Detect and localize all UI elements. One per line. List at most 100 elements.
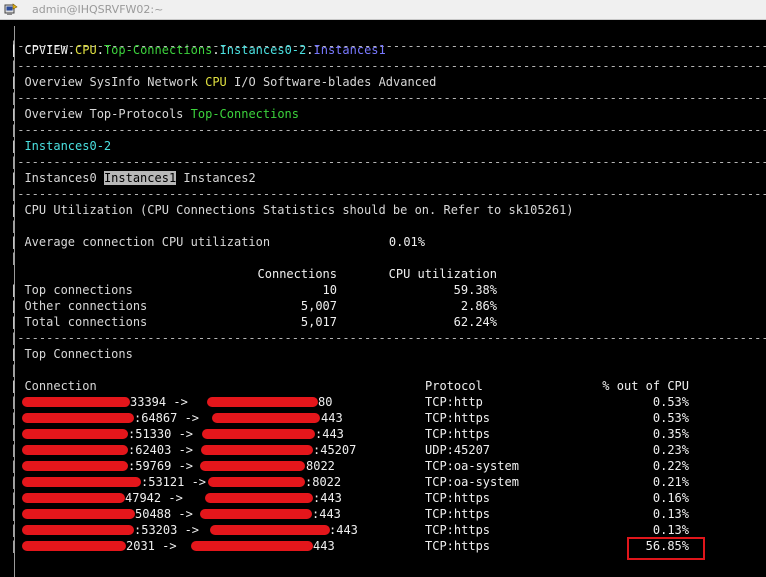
- tab-instances0[interactable]: Instances0: [24, 171, 96, 185]
- breadcrumb-instance: Instances1: [313, 43, 386, 57]
- tab-bar-pipe: |: [10, 139, 25, 153]
- divider: |---------------------------------------…: [10, 187, 766, 201]
- connection-source-port: 2031 ->: [126, 539, 184, 553]
- tab-cpu[interactable]: CPU: [205, 75, 227, 89]
- stats-row-label: | Top connections: [10, 283, 133, 297]
- redacted-source-ip: [22, 541, 126, 551]
- redacted-source-ip: [22, 493, 125, 503]
- redacted-source-ip: [22, 509, 135, 519]
- connection-destination-port: :443: [315, 427, 344, 441]
- putty-icon: [4, 3, 18, 15]
- connection-protocol: TCP:https: [425, 427, 491, 441]
- tab-instances2[interactable]: Instances2: [183, 171, 255, 185]
- redacted-destination-ip: [191, 541, 313, 551]
- connection-destination-port: :45207: [313, 443, 357, 457]
- stats-row-connections: 5,007: [300, 299, 337, 313]
- sub-tab-bar: | Overview Top-Protocols Top-Connections: [10, 106, 299, 122]
- redacted-destination-ip: [200, 461, 305, 471]
- tab-overview[interactable]: Overview: [24, 75, 82, 89]
- highlight-annotation-box: [627, 537, 705, 560]
- connection-destination-port: 80: [318, 395, 333, 409]
- row-pipe: |: [10, 427, 18, 441]
- breadcrumb-instances-group: Instances0-2: [219, 43, 307, 57]
- connection-cpu-share: 0.53%: [652, 395, 689, 409]
- tab-sysinfo[interactable]: SysInfo: [89, 75, 140, 89]
- pipe: |: [10, 251, 18, 265]
- tab-network[interactable]: Network: [147, 75, 198, 89]
- pipe: |: [10, 219, 18, 233]
- breadcrumb-top-connections: Top-Connections: [103, 43, 213, 57]
- connection-source-port: :53121 ->: [141, 475, 214, 489]
- divider: |---------------------------------------…: [10, 155, 766, 169]
- connection-cpu-share: 0.21%: [652, 475, 689, 489]
- stats-row-label: | Other connections: [10, 299, 148, 313]
- stats-row-cpu: 62.24%: [453, 315, 497, 329]
- connection-source-port: :59769 ->: [128, 459, 201, 473]
- tab-cpu-overview[interactable]: Overview: [24, 107, 82, 121]
- connection-protocol: TCP:https: [425, 411, 491, 425]
- connection-source-port: :64867 ->: [134, 411, 207, 425]
- row-pipe: |: [10, 459, 18, 473]
- tab-bar-pipe: |: [10, 75, 25, 89]
- col-header-cpu-share: % out of CPU: [602, 379, 689, 393]
- col-header-connections: Connections: [257, 267, 337, 281]
- tab-instances0-2[interactable]: Instances0-2: [24, 139, 111, 153]
- breadcrumb-cpu: CPU: [75, 43, 97, 57]
- connection-cpu-share: 0.13%: [652, 507, 689, 521]
- tab-software-blades[interactable]: Software-blades: [263, 75, 371, 89]
- terminal-screen[interactable]: |---------------------------------------…: [0, 20, 766, 577]
- breadcrumb: | CPVIEW.CPU.Top-Connections.Instances0-…: [10, 42, 386, 58]
- tab-io[interactable]: I/O: [234, 75, 256, 89]
- connection-destination-port: 443: [313, 539, 335, 553]
- col-header-protocol: Protocol: [425, 379, 483, 393]
- connection-source-port: :62403 ->: [128, 443, 201, 457]
- divider: |---------------------------------------…: [10, 331, 766, 345]
- avg-cpu-label: | Average connection CPU utilization: [10, 235, 271, 249]
- tab-top-protocols[interactable]: Top-Protocols: [89, 107, 183, 121]
- stats-row-connections: 5,017: [300, 315, 337, 329]
- row-pipe: |: [10, 539, 18, 553]
- row-pipe: |: [10, 507, 18, 521]
- divider: |---------------------------------------…: [10, 59, 766, 73]
- instance-group-bar: | Instances0-2: [10, 138, 111, 154]
- stats-row-cpu: 2.86%: [460, 299, 497, 313]
- redacted-destination-ip: [212, 413, 320, 423]
- redacted-source-ip: [22, 429, 128, 439]
- stats-row-cpu: 59.38%: [453, 283, 497, 297]
- connection-destination-port: :8022: [305, 475, 342, 489]
- instance-tab-bar: | Instances0 Instances1 Instances2: [10, 170, 256, 186]
- connection-destination-port: :443: [313, 491, 342, 505]
- connection-destination-port: 8022: [306, 459, 335, 473]
- col-header-cpu-utilization: CPU utilization: [388, 267, 497, 281]
- redacted-destination-ip: [210, 525, 330, 535]
- connection-destination-port: 443: [321, 411, 343, 425]
- top-connections-heading: | Top Connections: [10, 347, 133, 361]
- connection-protocol: TCP:https: [425, 523, 491, 537]
- connection-protocol: TCP:https: [425, 507, 491, 521]
- connection-destination-port: :443: [329, 523, 358, 537]
- connection-protocol: TCP:http: [425, 395, 483, 409]
- row-pipe: |: [10, 475, 18, 489]
- window-titlebar[interactable]: admin@IHQSRVFW02:~: [0, 0, 766, 20]
- connection-cpu-share: 0.23%: [652, 443, 689, 457]
- row-pipe: |: [10, 491, 18, 505]
- connection-cpu-share: 0.35%: [652, 427, 689, 441]
- pipe: |: [10, 363, 18, 377]
- tab-instances1[interactable]: Instances1: [103, 171, 177, 185]
- redacted-source-ip: [22, 445, 128, 455]
- connection-cpu-share: 0.16%: [652, 491, 689, 505]
- connection-source-port: :53203 ->: [134, 523, 207, 537]
- redacted-destination-ip: [200, 509, 312, 519]
- tab-advanced[interactable]: Advanced: [379, 75, 437, 89]
- cpu-utilization-heading: | CPU Utilization (CPU Connections Stati…: [10, 203, 574, 217]
- tab-bar-pipe: |: [10, 171, 25, 185]
- avg-cpu-value: 0.01%: [388, 235, 425, 249]
- redacted-source-ip: [22, 525, 134, 535]
- connection-source-port: :51330 ->: [128, 427, 201, 441]
- connection-source-port: 50488 ->: [135, 507, 201, 521]
- row-pipe: |: [10, 395, 18, 409]
- connection-protocol: UDP:45207: [425, 443, 491, 457]
- row-pipe: |: [10, 443, 18, 457]
- tab-top-connections[interactable]: Top-Connections: [191, 107, 299, 121]
- breadcrumb-prefix: | CPVIEW.: [10, 43, 76, 57]
